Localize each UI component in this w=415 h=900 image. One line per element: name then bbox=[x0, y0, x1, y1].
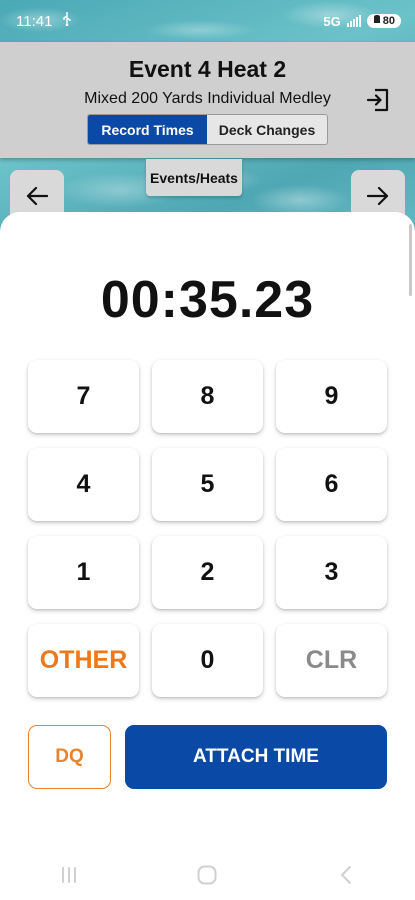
tab-record-times[interactable]: Record Times bbox=[88, 115, 207, 144]
arrow-right-icon bbox=[366, 186, 389, 211]
key-2[interactable]: 2 bbox=[152, 536, 263, 609]
battery-indicator: 80 bbox=[366, 14, 401, 28]
key-4[interactable]: 4 bbox=[28, 448, 139, 521]
key-clear[interactable]: CLR bbox=[276, 624, 387, 697]
event-title: Event 4 Heat 2 bbox=[128, 56, 287, 82]
status-bar: 11:41 5G 80 bbox=[0, 0, 415, 42]
event-subtitle: Mixed 200 Yards Individual Medley bbox=[84, 90, 331, 107]
key-7[interactable]: 7 bbox=[28, 360, 139, 433]
attach-time-button[interactable]: ATTACH TIME bbox=[125, 725, 387, 789]
arrow-left-icon bbox=[26, 186, 49, 211]
usb-icon bbox=[62, 12, 72, 30]
key-5[interactable]: 5 bbox=[152, 448, 263, 521]
status-time: 11:41 bbox=[16, 12, 53, 30]
home-icon[interactable] bbox=[187, 860, 227, 890]
battery-icon bbox=[373, 15, 381, 27]
back-icon[interactable] bbox=[326, 860, 366, 890]
key-1[interactable]: 1 bbox=[28, 536, 139, 609]
system-nav-bar bbox=[0, 850, 415, 900]
key-0[interactable]: 0 bbox=[152, 624, 263, 697]
event-header: Event 4 Heat 2 Mixed 200 Yards Individua… bbox=[0, 42, 415, 158]
key-9[interactable]: 9 bbox=[276, 360, 387, 433]
exit-icon[interactable] bbox=[365, 87, 391, 113]
recent-apps-icon[interactable] bbox=[49, 860, 89, 890]
network-label: 5G bbox=[323, 13, 341, 29]
time-display: 00:35.23 bbox=[100, 271, 315, 329]
key-8[interactable]: 8 bbox=[152, 360, 263, 433]
key-6[interactable]: 6 bbox=[276, 448, 387, 521]
mode-tabs: Record Times Deck Changes bbox=[87, 114, 328, 145]
battery-level: 80 bbox=[382, 15, 395, 27]
events-heats-button[interactable]: Events/Heats bbox=[146, 159, 242, 196]
key-other[interactable]: OTHER bbox=[28, 624, 139, 697]
tab-deck-changes[interactable]: Deck Changes bbox=[207, 115, 327, 144]
signal-icon bbox=[346, 15, 361, 27]
key-3[interactable]: 3 bbox=[276, 536, 387, 609]
dq-button[interactable]: DQ bbox=[28, 725, 111, 789]
